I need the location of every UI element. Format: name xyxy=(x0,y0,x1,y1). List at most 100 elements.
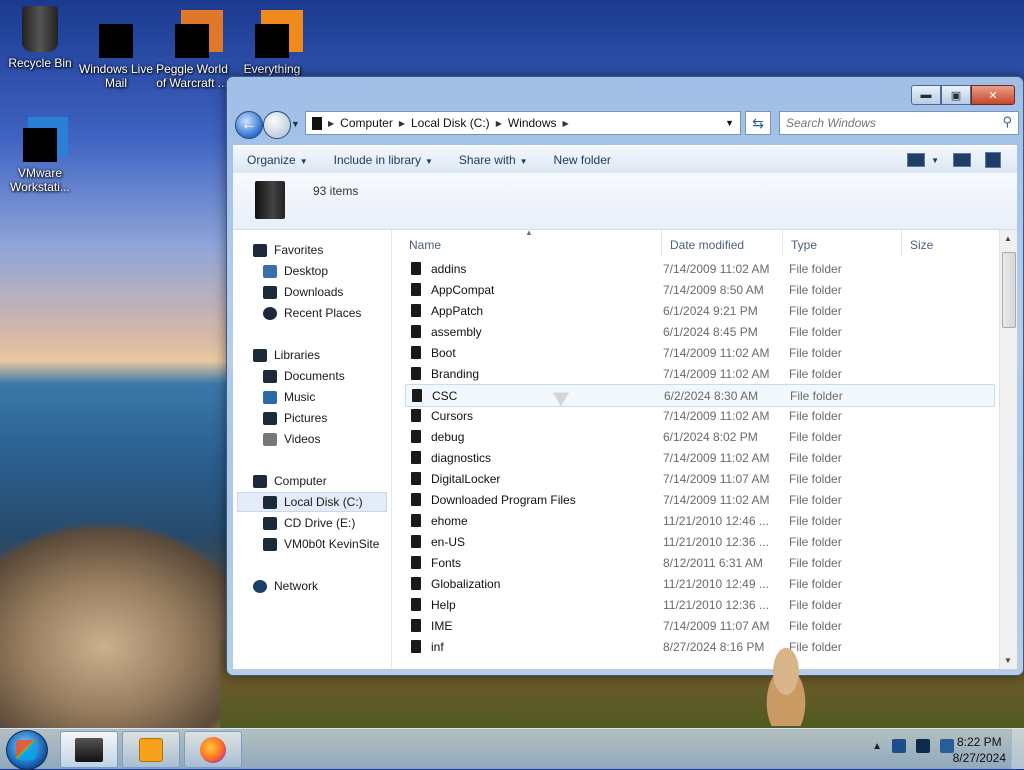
file-row[interactable]: diagnostics 7/14/2009 11:02 AM File folder xyxy=(405,447,995,468)
star-icon xyxy=(253,243,267,257)
change-view-button[interactable]: ▼ xyxy=(907,153,939,167)
file-name-cell: addins xyxy=(405,262,657,276)
file-row[interactable]: IME 7/14/2009 11:07 AM File folder xyxy=(405,615,995,636)
folder-header: 93 items xyxy=(233,173,1017,229)
column-size[interactable]: Size xyxy=(902,230,980,256)
file-name: assembly xyxy=(431,324,482,339)
show-hidden-icons-button[interactable]: ▲ xyxy=(872,741,882,752)
share-with-button[interactable]: Share with ▼ xyxy=(459,153,528,167)
organize-button[interactable]: Organize ▼ xyxy=(247,153,308,167)
desktop-icon-everything[interactable]: Everything xyxy=(232,4,312,76)
file-row[interactable]: inf 8/27/2024 8:16 PM File folder xyxy=(405,636,995,657)
refresh-button[interactable]: ⇆ xyxy=(745,111,771,135)
file-row[interactable]: Help 11/21/2010 12:36 ... File folder xyxy=(405,594,995,615)
file-row[interactable]: Fonts 8/12/2011 6:31 AM File folder xyxy=(405,552,995,573)
file-row[interactable]: ehome 11/21/2010 12:46 ... File folder xyxy=(405,510,995,531)
desktop-icon-label: Recycle Bin xyxy=(8,56,72,70)
search-box[interactable]: ⚲ xyxy=(779,111,1019,135)
network-tray-icon[interactable] xyxy=(916,739,930,753)
desktop-icon-vmware[interactable]: VMware Workstati... xyxy=(0,108,80,194)
breadcrumb-computer[interactable]: Computer xyxy=(340,116,393,130)
desktop-icon-peggle[interactable]: Peggle World of Warcraft ... xyxy=(152,4,232,90)
taskbar-explorer-button[interactable] xyxy=(60,731,118,768)
breadcrumb-windows[interactable]: Windows xyxy=(508,116,557,130)
back-button[interactable]: ← xyxy=(235,111,263,139)
desktop-icon xyxy=(263,264,277,278)
chevron-down-icon: ▼ xyxy=(931,155,939,165)
file-name: Branding xyxy=(431,366,480,381)
file-row[interactable]: DigitalLocker 7/14/2009 11:07 AM File fold… xyxy=(405,468,995,489)
content-area: Favorites Desktop Downloads Recent Place… xyxy=(233,229,1017,669)
history-dropdown-icon[interactable]: ▼ xyxy=(291,119,300,129)
nav-downloads[interactable]: Downloads xyxy=(263,282,343,302)
nav-computer[interactable]: Computer xyxy=(253,471,327,491)
nav-videos[interactable]: Videos xyxy=(263,429,320,449)
nav-favorites[interactable]: Favorites xyxy=(253,240,323,260)
nav-label: Libraries xyxy=(274,348,321,362)
view-buttons: ▼ xyxy=(907,152,1001,168)
breadcrumb-separator-icon[interactable]: ▶ xyxy=(563,119,569,128)
new-folder-button[interactable]: New folder xyxy=(554,153,611,167)
nav-local-disk[interactable]: Local Disk (C:) xyxy=(237,492,387,512)
file-row[interactable]: addins 7/14/2009 11:02 AM File folder xyxy=(405,258,995,279)
close-button[interactable]: ✕ xyxy=(971,85,1015,105)
column-name[interactable]: Name xyxy=(401,230,662,256)
include-in-library-button[interactable]: Include in library ▼ xyxy=(334,153,433,167)
file-row[interactable]: Branding 7/14/2009 11:02 AM File folder xyxy=(405,363,995,384)
clock[interactable]: 8:22 PM 8/27/2024 xyxy=(953,734,1006,766)
forward-button[interactable] xyxy=(263,111,291,139)
column-date-modified[interactable]: Date modified xyxy=(662,230,783,256)
file-name: inf xyxy=(431,639,444,654)
vertical-scrollbar[interactable]: ▲ ▼ xyxy=(999,230,1017,669)
help-button[interactable] xyxy=(985,152,1001,168)
desktop-icon-windows-live-mail[interactable]: Windows Live Mail xyxy=(76,4,156,90)
maximize-button[interactable]: ▣ xyxy=(941,85,971,105)
search-input[interactable] xyxy=(780,112,988,134)
breadcrumb-local-disk[interactable]: Local Disk (C:) xyxy=(411,116,490,130)
nav-recent-places[interactable]: Recent Places xyxy=(263,303,361,323)
nav-documents[interactable]: Documents xyxy=(263,366,345,386)
column-type[interactable]: Type xyxy=(783,230,902,256)
file-row[interactable]: debug 6/1/2024 8:02 PM File folder xyxy=(405,426,995,447)
show-desktop-button[interactable] xyxy=(1011,729,1024,769)
maximize-icon: ▣ xyxy=(950,89,962,102)
nav-desktop[interactable]: Desktop xyxy=(263,261,328,281)
file-type: File folder xyxy=(789,576,842,591)
nav-network[interactable]: Network xyxy=(253,576,318,596)
nav-cd-drive[interactable]: CD Drive (E:) xyxy=(263,513,355,533)
nav-pictures[interactable]: Pictures xyxy=(263,408,327,428)
file-row[interactable]: en-US 11/21/2010 12:36 ... File folder xyxy=(405,531,995,552)
address-bar[interactable]: ▶ Computer ▶ Local Disk (C:) ▶ Windows ▶… xyxy=(305,111,741,135)
file-name: Downloaded Program Files xyxy=(431,492,576,507)
start-button[interactable] xyxy=(6,730,48,770)
file-row[interactable]: AppPatch 6/1/2024 9:21 PM File folder xyxy=(405,300,995,321)
file-row[interactable]: Globalization 11/21/2010 12:49 ... File fo… xyxy=(405,573,995,594)
file-type: File folder xyxy=(789,429,842,444)
tray-app-icon[interactable] xyxy=(892,739,906,753)
address-dropdown-icon[interactable]: ▼ xyxy=(725,118,734,128)
scroll-thumb[interactable] xyxy=(1002,252,1016,328)
file-row[interactable]: AppCompat 7/14/2009 8:50 AM File folder xyxy=(405,279,995,300)
desktop-icon-recycle-bin[interactable]: Recycle Bin xyxy=(0,4,80,70)
nav-music[interactable]: Music xyxy=(263,387,315,407)
breadcrumb-separator-icon[interactable]: ▶ xyxy=(399,119,405,128)
file-type: File folder xyxy=(790,388,843,403)
file-type: File folder xyxy=(789,597,842,612)
nav-vm-site[interactable]: VM0b0t KevinSite xyxy=(263,534,379,554)
scroll-up-icon[interactable]: ▲ xyxy=(1004,234,1012,243)
file-name-cell: Boot xyxy=(405,346,657,360)
file-row[interactable]: Boot 7/14/2009 11:02 AM File folder xyxy=(405,342,995,363)
breadcrumb-separator-icon[interactable]: ▶ xyxy=(496,119,502,128)
file-row[interactable]: assembly 6/1/2024 8:45 PM File folder xyxy=(405,321,995,342)
search-icon[interactable]: ⚲ xyxy=(1002,114,1012,130)
taskbar-media-player-button[interactable] xyxy=(122,731,180,768)
taskbar-firefox-button[interactable] xyxy=(184,731,242,768)
file-row[interactable]: Downloaded Program Files 7/14/2009 11:02 … xyxy=(405,489,995,510)
file-row[interactable]: Cursors 7/14/2009 11:02 AM File folder xyxy=(405,405,995,426)
preview-pane-button[interactable] xyxy=(953,153,971,167)
file-row[interactable]: CSC 6/2/2024 8:30 AM File folder xyxy=(405,384,995,407)
minimize-button[interactable]: ▬ xyxy=(911,85,941,105)
breadcrumb-separator-icon[interactable]: ▶ xyxy=(328,119,334,128)
nav-libraries[interactable]: Libraries xyxy=(253,345,320,365)
scroll-down-icon[interactable]: ▼ xyxy=(1004,656,1012,665)
